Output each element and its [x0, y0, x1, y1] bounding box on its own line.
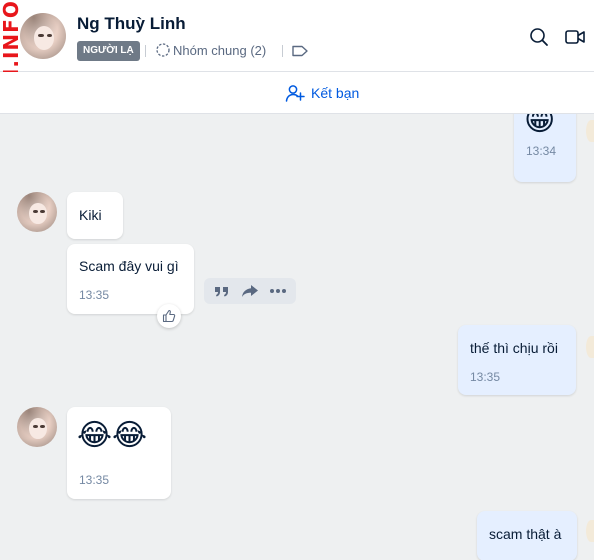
message-time: 13:34	[526, 144, 557, 158]
add-friend-bar: Kết bạn	[0, 72, 594, 114]
message-bubble[interactable]: Kiki	[67, 192, 123, 239]
message-actions	[204, 278, 296, 304]
sender-avatar[interactable]	[17, 192, 57, 232]
contact-avatar[interactable]	[20, 13, 66, 59]
message-text: scam thật à	[489, 526, 562, 542]
add-friend-label: Kết bạn	[311, 85, 360, 101]
message-time: 13:35	[470, 370, 501, 384]
message-text: thế thì chịu rồi	[470, 340, 558, 356]
message-bubble[interactable]: Scam đây vui gì 13:35	[67, 244, 194, 314]
message-bubble[interactable]: 😁 13:34	[514, 114, 576, 182]
message-text: Kiki	[79, 207, 102, 223]
more-icon[interactable]	[267, 280, 289, 302]
divider	[282, 45, 283, 57]
reaction-peek	[586, 120, 594, 142]
message-bubble[interactable]: 😂😂 13:35	[67, 407, 171, 499]
quote-icon[interactable]	[211, 280, 233, 302]
message-text: Scam đây vui gì	[79, 258, 179, 274]
common-groups-link[interactable]: Nhóm chung (2)	[173, 43, 266, 58]
like-reaction-button[interactable]	[157, 304, 181, 328]
chat-header: Ng Thuỳ Linh NGƯỜI LẠ Nhóm chung (2) AM.…	[0, 0, 594, 105]
message-text: 😁	[524, 114, 556, 138]
add-user-icon	[285, 85, 305, 102]
reaction-peek	[586, 336, 594, 358]
search-icon[interactable]	[528, 26, 550, 48]
add-friend-button[interactable]: Kết bạn	[285, 81, 359, 105]
message-time: 13:35	[79, 288, 110, 302]
video-call-icon[interactable]	[564, 26, 586, 48]
message-time: 13:35	[79, 473, 110, 487]
stranger-badge: NGƯỜI LẠ	[77, 41, 140, 61]
contact-name[interactable]: Ng Thuỳ Linh	[77, 14, 186, 34]
message-bubble[interactable]: scam thật à	[477, 511, 577, 560]
message-text: 😂😂	[77, 418, 148, 453]
group-icon[interactable]	[155, 42, 171, 58]
forward-icon[interactable]	[239, 280, 261, 302]
message-bubble[interactable]: thế thì chịu rồi 13:35	[458, 325, 576, 395]
sender-avatar[interactable]	[17, 407, 57, 447]
message-list[interactable]: 😁 13:34 Kiki Scam đây vui gì 13:35 thế t…	[0, 114, 594, 560]
reaction-peek	[586, 520, 594, 542]
divider	[145, 45, 146, 57]
thumbs-up-icon	[162, 309, 176, 323]
tag-icon[interactable]	[291, 44, 309, 58]
